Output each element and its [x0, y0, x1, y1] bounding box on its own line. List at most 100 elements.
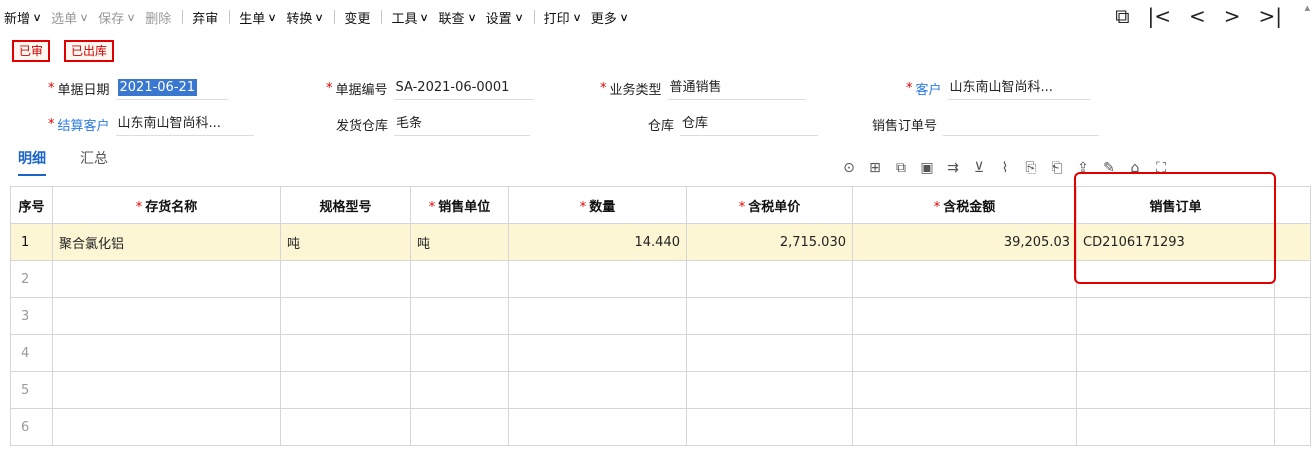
- table-cell-amount[interactable]: [852, 297, 1077, 335]
- scroll-up-icon[interactable]: ▲: [1305, 4, 1310, 12]
- location-icon[interactable]: ⊙: [842, 160, 856, 176]
- table-cell-amount[interactable]: [852, 408, 1077, 446]
- chart-icon[interactable]: ⌇: [998, 160, 1012, 176]
- import-icon[interactable]: ⎘: [1024, 160, 1038, 176]
- table-cell-price[interactable]: [686, 297, 853, 335]
- table-cell-qty[interactable]: [508, 371, 687, 409]
- column-header[interactable]: 销售订单: [1076, 186, 1275, 224]
- table-cell-order[interactable]: CD2106171293: [1076, 223, 1275, 261]
- warehouse-icon[interactable]: ⌂: [1128, 160, 1142, 176]
- table-cell-qty[interactable]: [508, 260, 687, 298]
- table-cell-name[interactable]: [52, 371, 281, 409]
- table-cell-order[interactable]: [1076, 408, 1275, 446]
- toolbar-item-8[interactable]: 工具 ∨: [387, 0, 434, 34]
- search-icon[interactable]: ⧉: [1115, 4, 1129, 28]
- table-cell-qty[interactable]: [508, 297, 687, 335]
- first-record-icon[interactable]: |<: [1147, 4, 1171, 28]
- table-cell-unit[interactable]: [410, 408, 509, 446]
- column-header[interactable]: * 含税单价: [686, 186, 853, 224]
- table-cell-price[interactable]: [686, 260, 853, 298]
- table-cell-name[interactable]: [52, 260, 281, 298]
- fullscreen-icon[interactable]: ⛶: [1154, 160, 1168, 176]
- column-header[interactable]: * 销售单位: [410, 186, 509, 224]
- table-cell-qty[interactable]: [508, 408, 687, 446]
- ship-warehouse-input[interactable]: 毛条: [394, 113, 531, 136]
- table-cell-spec[interactable]: 吨: [280, 223, 411, 261]
- table-cell-unit[interactable]: [410, 371, 509, 409]
- copy-row-icon[interactable]: ⧉: [894, 160, 908, 176]
- column-header[interactable]: * 含税金额: [852, 186, 1077, 224]
- table-row[interactable]: 3: [10, 297, 1311, 335]
- toolbar-item-3[interactable]: 删除: [141, 0, 177, 34]
- table-cell-order[interactable]: [1076, 260, 1275, 298]
- table-cell-order[interactable]: [1076, 334, 1275, 372]
- table-cell-amount[interactable]: [852, 260, 1077, 298]
- table-row[interactable]: 6: [10, 408, 1311, 446]
- table-row[interactable]: 1 聚合氯化铝吨吨 14.440 2,715.030 39,205.03 CD210617…: [10, 223, 1311, 261]
- sales-order-no-input[interactable]: [943, 113, 1100, 136]
- add-row-icon[interactable]: ⊞: [868, 160, 882, 176]
- toolbar-item-4[interactable]: 弃审: [188, 0, 224, 34]
- last-record-icon[interactable]: >|: [1259, 4, 1283, 28]
- customer-input[interactable]: 山东南山智尚科...: [947, 77, 1090, 100]
- table-cell-unit[interactable]: [410, 334, 509, 372]
- split-icon[interactable]: ⊻: [972, 160, 986, 176]
- table-cell-name[interactable]: 聚合氯化铝: [52, 223, 281, 261]
- toolbar-item-7[interactable]: 变更: [340, 0, 376, 34]
- table-cell-unit[interactable]: [410, 260, 509, 298]
- doc-no-input[interactable]: SA-2021-06-0001: [393, 77, 534, 100]
- table-cell-qty[interactable]: 14.440: [508, 223, 687, 261]
- column-header[interactable]: * 数量: [508, 186, 687, 224]
- toolbar-item-11[interactable]: 打印 ∨: [540, 0, 587, 34]
- column-header[interactable]: 序号: [10, 186, 53, 224]
- tab-detail[interactable]: 明细: [18, 148, 46, 176]
- table-cell-price[interactable]: 2,715.030: [686, 223, 853, 261]
- settle-customer-input[interactable]: 山东南山智尚科...: [115, 113, 254, 136]
- toolbar-item-label: 转换: [286, 11, 313, 27]
- pull-icon[interactable]: ⇉: [946, 160, 960, 176]
- export-icon[interactable]: ⎗: [1050, 160, 1064, 176]
- table-cell-price[interactable]: [686, 408, 853, 446]
- table-cell-spec[interactable]: [280, 408, 411, 446]
- toolbar-item-9[interactable]: 联查 ∨: [435, 0, 482, 34]
- table-cell-price[interactable]: [686, 371, 853, 409]
- table-cell-order[interactable]: [1076, 297, 1275, 335]
- table-cell-order[interactable]: [1076, 371, 1275, 409]
- table-cell-spec[interactable]: [280, 334, 411, 372]
- toolbar-item-2[interactable]: 保存 ∨: [94, 0, 141, 34]
- toolbar-item-10[interactable]: 设置 ∨: [482, 0, 529, 34]
- toolbar-item-label: 选单: [51, 11, 78, 27]
- toolbar-item-12[interactable]: 更多 ∨: [587, 0, 634, 34]
- toolbar-item-0[interactable]: 新增 ∨: [0, 0, 47, 34]
- column-header[interactable]: * 存货名称: [52, 186, 281, 224]
- tab-summary[interactable]: 汇总: [80, 148, 108, 176]
- biz-type-input[interactable]: 普通销售: [667, 77, 806, 100]
- edit-icon[interactable]: ✎: [1102, 160, 1116, 176]
- table-cell-price[interactable]: [686, 334, 853, 372]
- table-cell-name[interactable]: [52, 334, 281, 372]
- share-icon[interactable]: ⇪: [1076, 160, 1090, 176]
- date-input[interactable]: 2021-06-21: [115, 77, 228, 100]
- column-header[interactable]: 规格型号: [280, 186, 411, 224]
- table-cell-spec[interactable]: [280, 260, 411, 298]
- table-cell-name[interactable]: [52, 297, 281, 335]
- toolbar-item-6[interactable]: 转换 ∨: [282, 0, 329, 34]
- table-row[interactable]: 5: [10, 371, 1311, 409]
- next-record-icon[interactable]: >: [1224, 4, 1241, 28]
- table-cell-qty[interactable]: [508, 334, 687, 372]
- table-cell-unit[interactable]: [410, 297, 509, 335]
- prev-record-icon[interactable]: <: [1189, 4, 1206, 28]
- warehouse-input[interactable]: 仓库: [680, 113, 819, 136]
- table-cell-amount[interactable]: [852, 334, 1077, 372]
- table-row[interactable]: 2: [10, 260, 1311, 298]
- toolbar-item-1[interactable]: 选单 ∨: [47, 0, 94, 34]
- table-cell-name[interactable]: [52, 408, 281, 446]
- batch-icon[interactable]: ▣: [920, 160, 934, 176]
- toolbar-item-5[interactable]: 生单 ∨: [235, 0, 282, 34]
- table-cell-spec[interactable]: [280, 371, 411, 409]
- table-cell-amount[interactable]: 39,205.03: [852, 223, 1077, 261]
- table-row[interactable]: 4: [10, 334, 1311, 372]
- table-cell-unit[interactable]: 吨: [410, 223, 509, 261]
- table-cell-amount[interactable]: [852, 371, 1077, 409]
- table-cell-spec[interactable]: [280, 297, 411, 335]
